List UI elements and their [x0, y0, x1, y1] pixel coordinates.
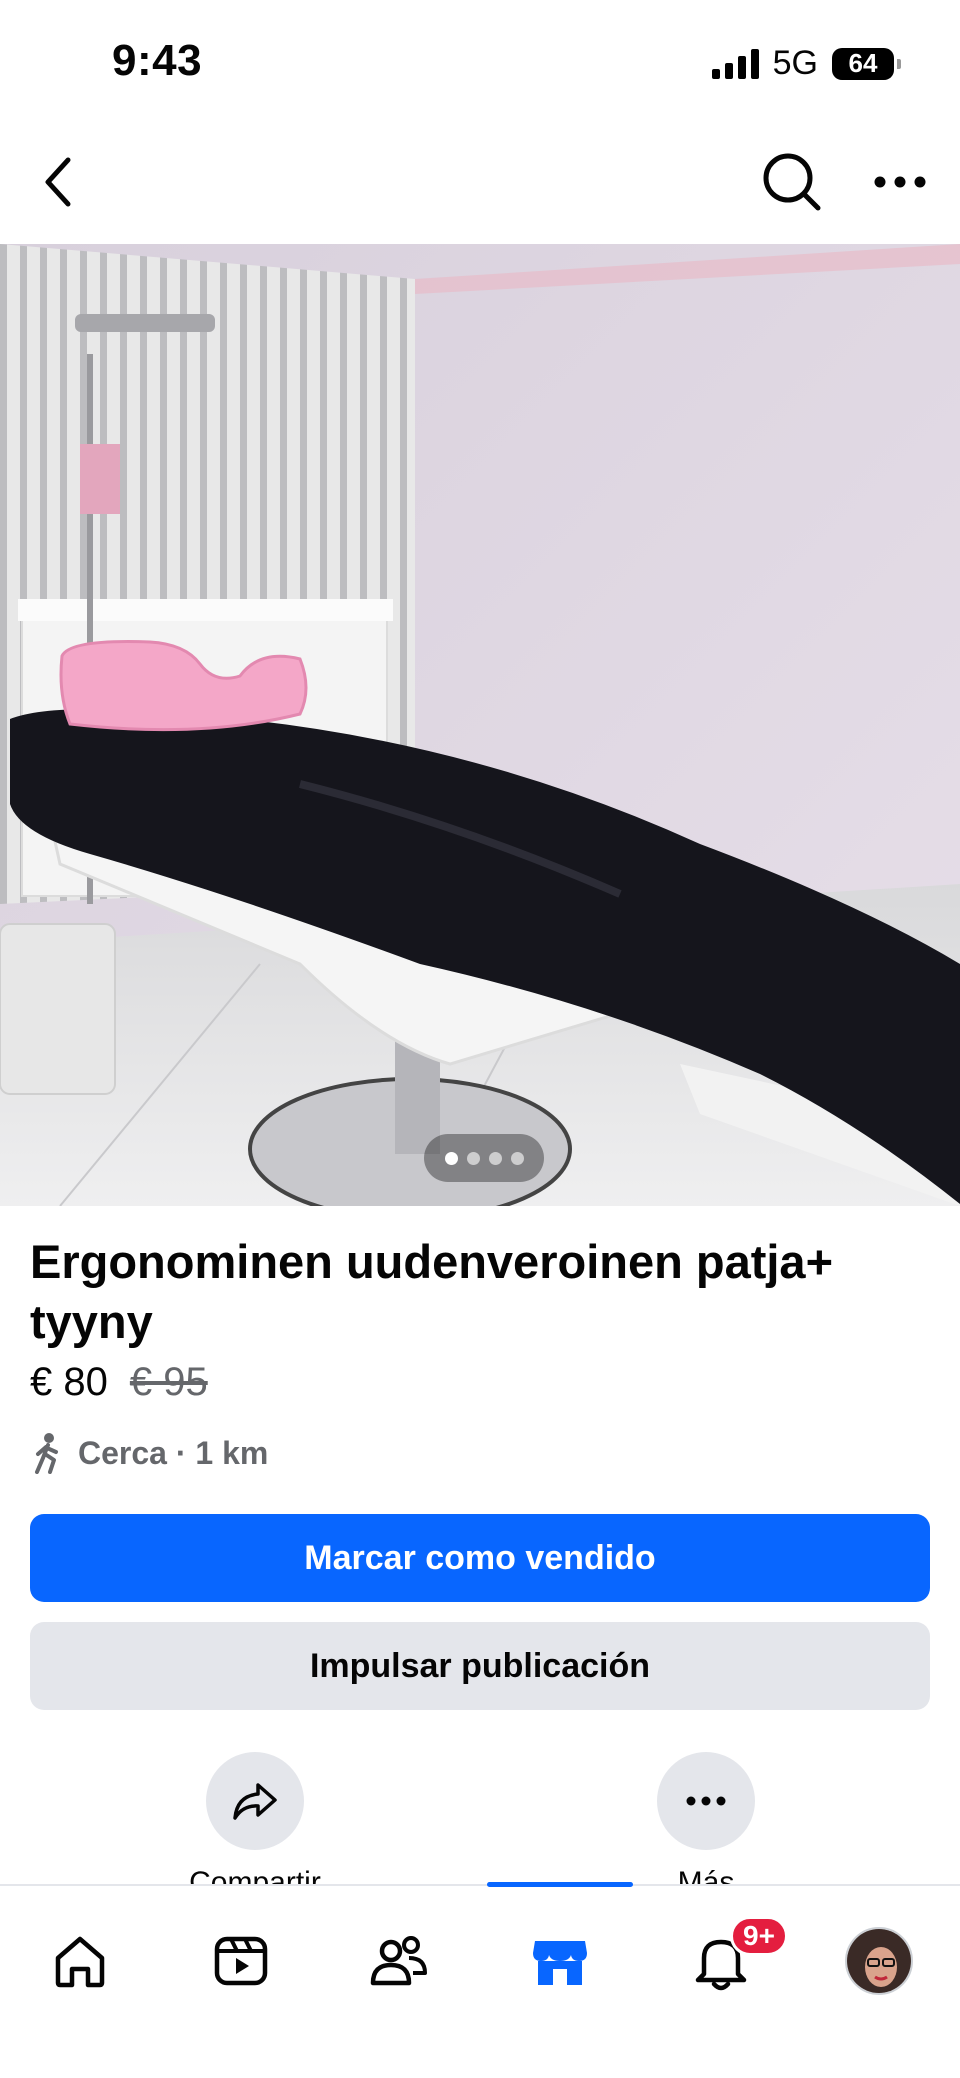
tab-friends[interactable] [354, 1916, 444, 2006]
signal-icon [711, 48, 759, 79]
more-action[interactable]: Más [606, 1752, 806, 1900]
tab-video[interactable] [196, 1916, 286, 2006]
more-horizontal-icon [686, 1796, 726, 1806]
share-button[interactable] [206, 1752, 304, 1850]
home-icon [55, 1936, 105, 1988]
mark-as-sold-button[interactable]: Marcar como vendido [30, 1514, 930, 1602]
listing-title: Ergonominen uudenveroinen patja+ tyyny [30, 1235, 834, 1348]
share-arrow-icon [233, 1783, 277, 1820]
battery-icon: 64 [832, 47, 901, 80]
price-row: € 80 € 95 [30, 1360, 208, 1405]
beauty-bed-photo [0, 244, 960, 1206]
price: € 80 [30, 1360, 108, 1404]
notifications-badge: 9+ [730, 1916, 788, 1956]
page-dot [510, 1151, 524, 1165]
avatar [845, 1927, 913, 1995]
more-button[interactable] [657, 1752, 755, 1850]
original-price: € 95 [129, 1360, 208, 1404]
tab-profile[interactable] [834, 1916, 924, 2006]
search-button[interactable] [756, 146, 828, 218]
more-options-button[interactable] [864, 146, 936, 218]
page-dot [466, 1151, 480, 1165]
active-tab-indicator [487, 1882, 633, 1887]
listing-photo[interactable] [0, 244, 960, 1206]
network-type: 5G [772, 44, 818, 82]
battery-level: 64 [848, 48, 878, 78]
page-dot [444, 1151, 458, 1165]
friends-icon [370, 1936, 427, 1986]
search-icon [763, 153, 821, 211]
profile-photo [847, 1929, 911, 1993]
video-icon [214, 1936, 268, 1986]
location-distance: Cerca · 1 km [78, 1434, 269, 1471]
walking-person-icon [35, 1433, 58, 1474]
chevron-left-icon [45, 157, 71, 207]
back-button[interactable] [22, 146, 94, 218]
status-time: 9:43 [112, 36, 203, 85]
boost-listing-button[interactable]: Impulsar publicación [30, 1622, 930, 1710]
status-bar: 9:43 5G 64 [0, 0, 960, 120]
bottom-tab-bar: 9+ [0, 1882, 960, 2078]
marketplace-icon [533, 1941, 587, 1985]
status-indicators: 5G 64 [711, 44, 901, 83]
tab-home[interactable] [35, 1916, 125, 2006]
page-dot [488, 1151, 502, 1165]
share-action[interactable]: Compartir [155, 1752, 355, 1900]
photo-pagination [424, 1134, 544, 1182]
tab-notifications[interactable]: 9+ [676, 1916, 788, 2006]
more-horizontal-icon [874, 176, 926, 188]
top-nav [0, 120, 960, 244]
tab-marketplace[interactable] [515, 1916, 605, 2006]
location-row: Cerca · 1 km [30, 1432, 268, 1474]
